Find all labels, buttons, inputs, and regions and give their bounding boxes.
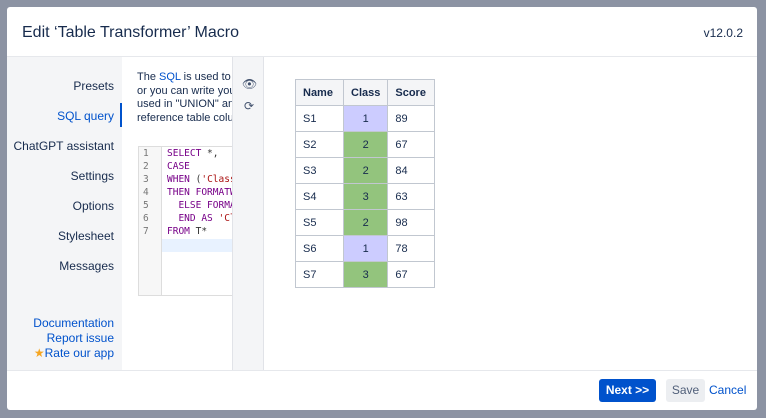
table-row: S5 2 98 xyxy=(295,209,436,236)
table-cell: S5 xyxy=(295,209,344,236)
table-row: S3 2 84 xyxy=(295,157,436,184)
table-row: S1 1 89 xyxy=(295,105,436,132)
column-header: Class xyxy=(342,79,389,106)
preview-table: Name Class Score S1 1 89 S2 2 67 S3 2 84 S4 3 63 S5 2… xyxy=(295,79,436,288)
table-cell: 89 xyxy=(387,105,436,132)
line-gutter: 1234567 xyxy=(139,147,162,295)
table-cell: 2 xyxy=(342,157,389,184)
next-button[interactable]: Next >> xyxy=(599,379,656,402)
save-button[interactable]: Save xyxy=(666,379,705,402)
sidebar-item-stylesheet[interactable]: Stylesheet xyxy=(58,229,114,243)
column-header: Name xyxy=(295,79,344,106)
version-label: v12.0.2 xyxy=(703,26,743,40)
dialog-footer: Next >> Save Cancel xyxy=(7,370,757,410)
sidebar-item-chatgpt-assistant[interactable]: ChatGPT assistant xyxy=(14,139,115,153)
table-cell: 67 xyxy=(387,131,436,158)
eye-icon[interactable]: 👁 xyxy=(242,77,257,91)
table-row: S2 2 67 xyxy=(295,131,436,158)
rate-app-link[interactable]: ★Rate our app xyxy=(34,346,114,360)
sql-code: SELECT *, CASE WHEN ('Class THEN FORMATW… xyxy=(167,148,232,237)
table-cell: 98 xyxy=(387,209,436,236)
table-cell: 1 xyxy=(342,105,389,132)
sidebar: Presets SQL query ChatGPT assistant Sett… xyxy=(7,57,122,370)
table-cell: 67 xyxy=(387,261,436,288)
table-cell: S2 xyxy=(295,131,344,158)
sidebar-item-sql-query[interactable]: SQL query xyxy=(57,109,114,123)
sql-link[interactable]: SQL xyxy=(159,71,181,83)
preview-panel: Name Class Score S1 1 89 S2 2 67 S3 2 84 S4 3 63 S5 2… xyxy=(264,57,757,370)
table-cell: 3 xyxy=(342,261,389,288)
table-cell: 84 xyxy=(387,157,436,184)
table-cell: 1 xyxy=(342,235,389,262)
table-cell: S6 xyxy=(295,235,344,262)
sidebar-item-presets[interactable]: Presets xyxy=(73,79,114,93)
dialog-title: Edit ‘Table Transformer’ Macro xyxy=(22,24,239,41)
table-cell: 78 xyxy=(387,235,436,262)
report-issue-link[interactable]: Report issue xyxy=(47,331,114,345)
table-cell: 2 xyxy=(342,209,389,236)
sql-editor[interactable]: 1234567 SELECT *, CASE WHEN ('Class THEN… xyxy=(138,146,232,296)
table-cell: S4 xyxy=(295,183,344,210)
table-row: S6 1 78 xyxy=(295,235,436,262)
table-row: S4 3 63 xyxy=(295,183,436,210)
cancel-button[interactable]: Cancel xyxy=(709,379,746,402)
refresh-icon[interactable]: ⟳ xyxy=(242,99,256,113)
table-cell: 63 xyxy=(387,183,436,210)
table-cell: S7 xyxy=(295,261,344,288)
sql-description: The SQL is used to tr or you can write y… xyxy=(137,71,232,124)
sidebar-item-settings[interactable]: Settings xyxy=(71,169,114,183)
column-header: Score xyxy=(387,79,436,106)
table-cell: S1 xyxy=(295,105,344,132)
edit-macro-dialog: Edit ‘Table Transformer’ Macro v12.0.2 P… xyxy=(7,7,757,410)
table-cell: 3 xyxy=(342,183,389,210)
table-row: S7 3 67 xyxy=(295,261,436,288)
table-cell: 2 xyxy=(342,131,389,158)
sql-panel: The SQL is used to tr or you can write y… xyxy=(122,57,232,370)
sidebar-item-options[interactable]: Options xyxy=(73,199,114,213)
table-cell: S3 xyxy=(295,157,344,184)
star-icon: ★ xyxy=(33,346,45,360)
preview-toolbar: 👁 ⟳ xyxy=(232,57,264,370)
sidebar-item-messages[interactable]: Messages xyxy=(59,259,114,273)
dialog-header: Edit ‘Table Transformer’ Macro v12.0.2 xyxy=(7,7,757,57)
documentation-link[interactable]: Documentation xyxy=(33,316,114,330)
